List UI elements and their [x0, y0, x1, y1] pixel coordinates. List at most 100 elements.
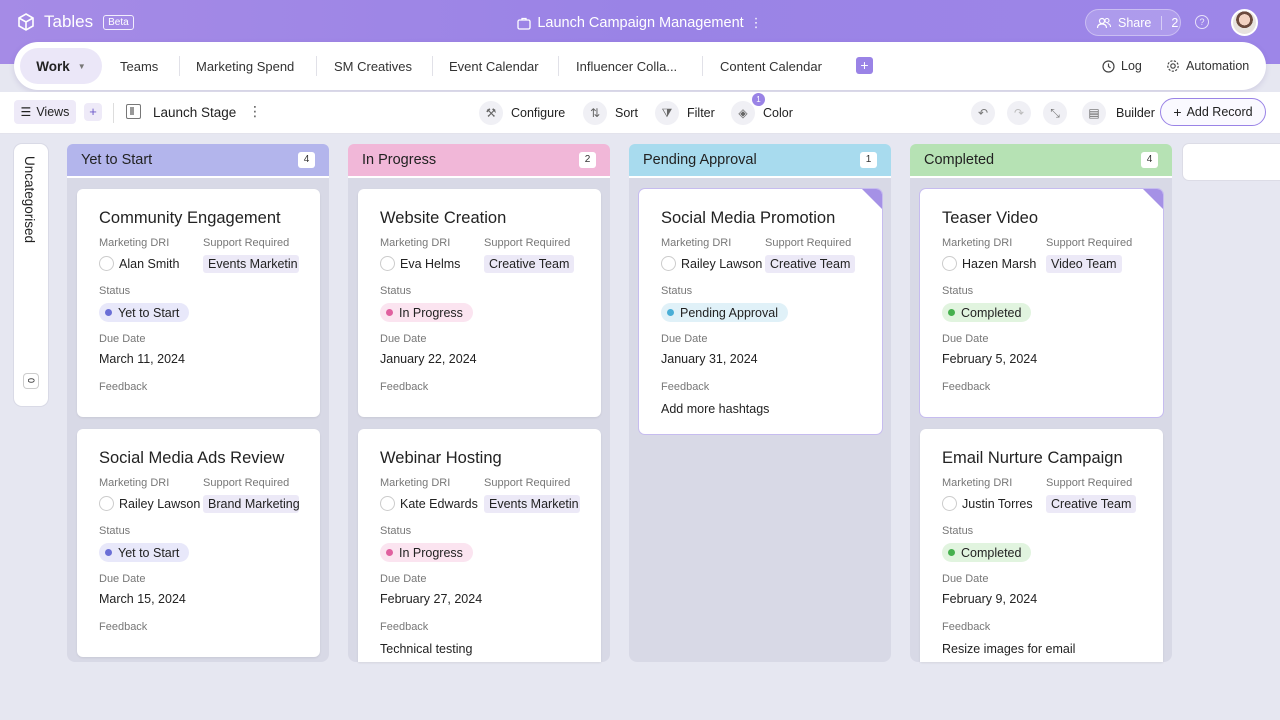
field-label-dri: Marketing DRI: [942, 237, 1013, 249]
status-pill: Yet to Start: [99, 303, 190, 322]
next-column-peek[interactable]: [1183, 144, 1280, 180]
uncategorised-column[interactable]: Uncategorised 0: [14, 144, 48, 406]
share-count: 2: [1171, 15, 1179, 30]
share-divider: [1161, 15, 1163, 30]
tab-sm-creatives[interactable]: SM Creatives: [334, 42, 412, 90]
share-button[interactable]: Share 2: [1085, 9, 1181, 36]
dri-name: Alan Smith: [119, 256, 180, 271]
sort-icon: ⇅: [583, 101, 607, 125]
redo-icon[interactable]: ↷: [1007, 101, 1031, 125]
view-more-icon[interactable]: ⋮: [248, 103, 262, 120]
column-header[interactable]: Yet to Start 4: [67, 144, 329, 178]
plus-icon: +: [1173, 104, 1182, 120]
views-button[interactable]: ☰ Views: [14, 100, 76, 124]
status-text: Yet to Start: [118, 305, 180, 320]
field-label-dri: Marketing DRI: [99, 237, 170, 249]
support-chip: Events Marketin: [484, 495, 580, 513]
card-title: Email Nurture Campaign: [942, 449, 1123, 467]
support-chip: Creative Team: [765, 255, 856, 273]
field-label-due: Due Date: [942, 573, 989, 585]
person-avatar: [99, 256, 114, 271]
status-pill: In Progress: [380, 543, 473, 562]
filter-label: Filter: [687, 106, 715, 120]
field-label-support: Support Required: [203, 477, 290, 489]
feedback-text: Add more hashtags: [661, 402, 770, 416]
wrench-icon: ⚒: [479, 101, 503, 125]
record-card[interactable]: Social Media Ads Review Marketing DRI Su…: [77, 429, 320, 657]
log-label: Log: [1121, 59, 1142, 73]
tab-work[interactable]: Work ▼: [20, 48, 102, 84]
status-dot: [667, 309, 674, 316]
field-label-due: Due Date: [661, 333, 708, 345]
tab-marketing-spend[interactable]: Marketing Spend: [196, 42, 294, 90]
column-header[interactable]: Completed 4: [910, 144, 1172, 178]
column-pending-approval: Pending Approval 1 Social Media Promotio…: [629, 144, 891, 662]
add-record-button[interactable]: + Add Record: [1160, 98, 1266, 126]
help-icon[interactable]: ?: [1195, 15, 1209, 29]
tab-divider: [432, 56, 433, 76]
filter-button[interactable]: ⧩ Filter: [655, 99, 715, 127]
tab-content-calendar[interactable]: Content Calendar: [720, 42, 822, 90]
field-label-status: Status: [942, 285, 974, 297]
field-label-dri: Marketing DRI: [380, 237, 451, 249]
record-card[interactable]: Community Engagement Marketing DRI Suppo…: [77, 189, 320, 417]
field-label-support: Support Required: [484, 477, 571, 489]
status-text: Yet to Start: [118, 545, 180, 560]
status-pill: Completed: [942, 303, 1032, 322]
tab-divider: [179, 56, 180, 76]
automation-button[interactable]: Automation: [1166, 42, 1249, 90]
configure-button[interactable]: ⚒ Configure: [479, 99, 565, 127]
status-dot: [386, 549, 393, 556]
add-tab-button[interactable]: +: [856, 57, 873, 74]
users-icon: [1096, 17, 1112, 28]
due-date: February 9, 2024: [942, 592, 1038, 606]
status-text: In Progress: [399, 545, 463, 560]
builder-button[interactable]: ▤ Builder: [1082, 101, 1155, 125]
tab-influencer-collab[interactable]: Influencer Colla...: [576, 42, 677, 90]
add-view-button[interactable]: +: [84, 103, 102, 121]
record-card[interactable]: Social Media Promotion Marketing DRI Sup…: [639, 189, 882, 434]
color-label: Color: [763, 106, 793, 120]
document-more-icon[interactable]: ⋮: [750, 15, 763, 31]
log-button[interactable]: Log: [1102, 42, 1142, 90]
column-title: Yet to Start: [81, 152, 153, 168]
tab-teams[interactable]: Teams: [120, 42, 158, 90]
field-label-support: Support Required: [1046, 237, 1133, 249]
collapse-icon[interactable]: ⤡: [1043, 101, 1067, 125]
dri-person: Eva Helms: [380, 256, 460, 271]
field-label-dri: Marketing DRI: [661, 237, 732, 249]
dri-person: Kate Edwards: [380, 496, 478, 511]
column-title: Completed: [924, 152, 995, 168]
status-dot: [105, 549, 112, 556]
due-date: February 27, 2024: [380, 592, 483, 606]
record-card[interactable]: Website Creation Marketing DRI Support R…: [358, 189, 601, 417]
record-card[interactable]: Email Nurture Campaign Marketing DRI Sup…: [920, 429, 1163, 662]
column-header[interactable]: In Progress 2: [348, 144, 610, 178]
status-text: Pending Approval: [680, 305, 778, 320]
field-label-dri: Marketing DRI: [380, 477, 451, 489]
record-card[interactable]: Webinar Hosting Marketing DRI Support Re…: [358, 429, 601, 662]
person-avatar: [380, 496, 395, 511]
person-avatar: [380, 256, 395, 271]
field-label-support: Support Required: [484, 237, 571, 249]
current-view-name[interactable]: Launch Stage: [153, 105, 236, 120]
column-header[interactable]: Pending Approval 1: [629, 144, 891, 178]
field-label-dri: Marketing DRI: [942, 477, 1013, 489]
tab-event-calendar[interactable]: Event Calendar: [449, 42, 539, 90]
dri-name: Kate Edwards: [400, 496, 478, 511]
person-avatar: [99, 496, 114, 511]
views-label: Views: [36, 105, 70, 119]
uncategorised-label: Uncategorised: [22, 156, 37, 244]
clock-icon: [1102, 59, 1115, 73]
undo-icon[interactable]: ↶: [971, 101, 995, 125]
toolbar-divider: [113, 103, 114, 123]
record-card[interactable]: Teaser Video Marketing DRI Support Requi…: [920, 189, 1163, 417]
dri-name: Railey Lawson: [119, 496, 201, 511]
user-avatar[interactable]: [1231, 9, 1258, 36]
column-title: Pending Approval: [643, 152, 757, 168]
tab-divider: [558, 56, 559, 76]
sort-button[interactable]: ⇅ Sort: [583, 99, 638, 127]
card-title: Webinar Hosting: [380, 449, 502, 467]
card-corner-flag: [1143, 189, 1163, 209]
field-label-feedback: Feedback: [661, 381, 710, 393]
